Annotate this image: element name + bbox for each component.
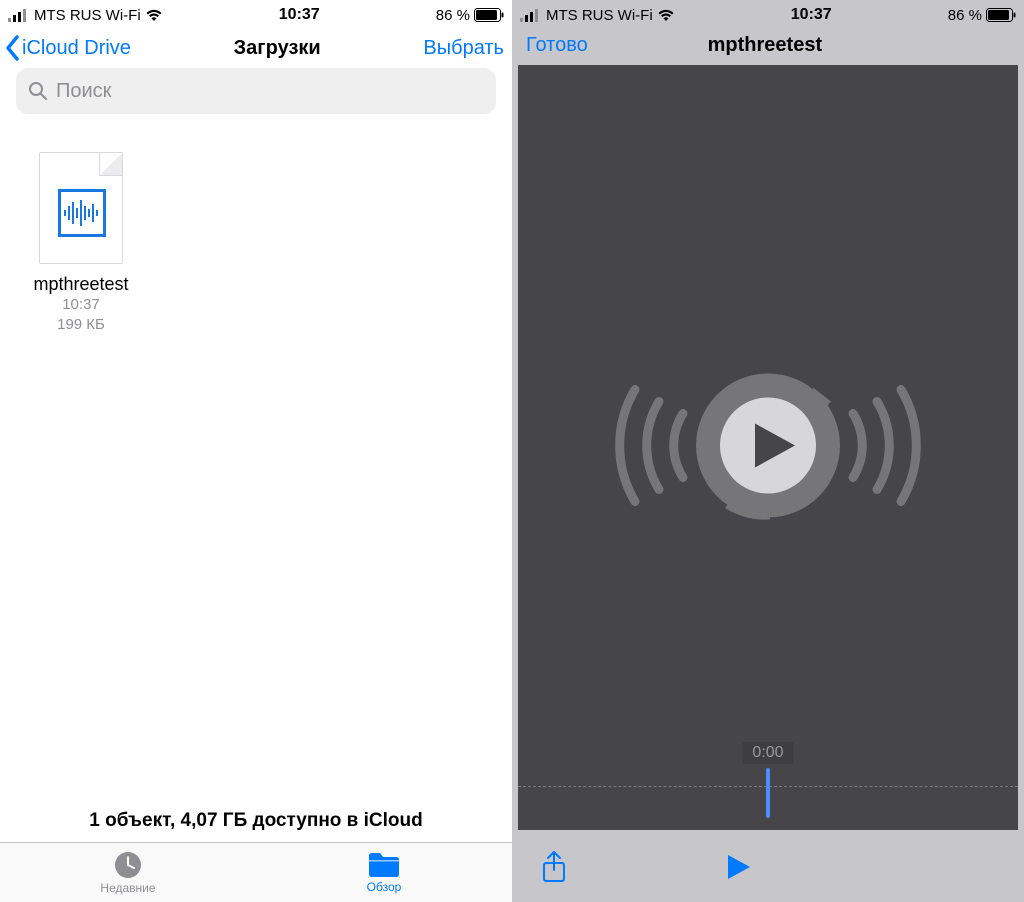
tab-browse[interactable]: Обзор — [256, 843, 512, 902]
select-button[interactable]: Выбрать — [423, 37, 504, 60]
chevron-left-icon — [4, 34, 22, 62]
audio-waveform-icon — [58, 189, 106, 237]
share-icon — [540, 850, 568, 884]
signal-icon — [8, 8, 30, 22]
file-grid: mpthreetest 10:37 199 КБ — [0, 122, 512, 798]
search-placeholder: Поиск — [56, 80, 111, 103]
status-bar: MTS RUS Wi-Fi 10:37 86 % — [0, 0, 512, 26]
back-label: iCloud Drive — [22, 37, 131, 60]
wifi-icon — [657, 8, 675, 22]
battery-percent: 86 % — [948, 7, 982, 24]
tab-label: Обзор — [367, 880, 402, 894]
player-viewport[interactable]: 0:00 — [518, 65, 1018, 830]
file-item[interactable]: mpthreetest 10:37 199 КБ — [16, 152, 146, 334]
signal-icon — [520, 8, 542, 22]
files-pane: MTS RUS Wi-Fi 10:37 86 % iCloud Drive За… — [0, 0, 512, 902]
status-bar: MTS RUS Wi-Fi 10:37 86 % — [512, 0, 1024, 26]
folder-icon — [368, 852, 400, 878]
file-time: 10:37 — [16, 295, 146, 315]
player-pane: MTS RUS Wi-Fi 10:37 86 % Готово mpthreet… — [512, 0, 1024, 902]
status-time: 10:37 — [791, 6, 832, 24]
clock-icon — [114, 851, 142, 879]
playback-time: 0:00 — [742, 742, 793, 764]
player-nav: Готово mpthreetest — [512, 26, 1024, 65]
nav-title: Загрузки — [234, 37, 321, 60]
battery-icon — [986, 8, 1016, 22]
scrubber-playhead[interactable] — [766, 768, 770, 818]
audio-play-icon[interactable] — [583, 345, 953, 545]
nav-bar: iCloud Drive Загрузки Выбрать — [0, 26, 512, 68]
file-size: 199 КБ — [16, 315, 146, 335]
back-button[interactable]: iCloud Drive — [4, 34, 131, 62]
play-button[interactable] — [723, 852, 753, 887]
status-time: 10:37 — [279, 6, 320, 24]
scrubber[interactable]: 0:00 — [518, 760, 1018, 830]
tab-bar: Недавние Обзор — [0, 842, 512, 902]
tab-recent[interactable]: Недавние — [0, 843, 256, 902]
player-toolbar — [512, 836, 1024, 902]
share-button[interactable] — [540, 850, 568, 889]
carrier-label: MTS RUS Wi-Fi — [34, 7, 141, 24]
storage-summary: 1 объект, 4,07 ГБ доступно в iCloud — [0, 798, 512, 842]
player-title: mpthreetest — [518, 34, 1012, 57]
file-name: mpthreetest — [16, 274, 146, 295]
battery-icon — [474, 8, 504, 22]
search-icon — [28, 81, 48, 101]
tab-label: Недавние — [100, 881, 155, 895]
file-thumbnail — [39, 152, 123, 264]
carrier-label: MTS RUS Wi-Fi — [546, 7, 653, 24]
wifi-icon — [145, 8, 163, 22]
battery-percent: 86 % — [436, 7, 470, 24]
play-icon — [723, 852, 753, 882]
search-input[interactable]: Поиск — [16, 68, 496, 114]
